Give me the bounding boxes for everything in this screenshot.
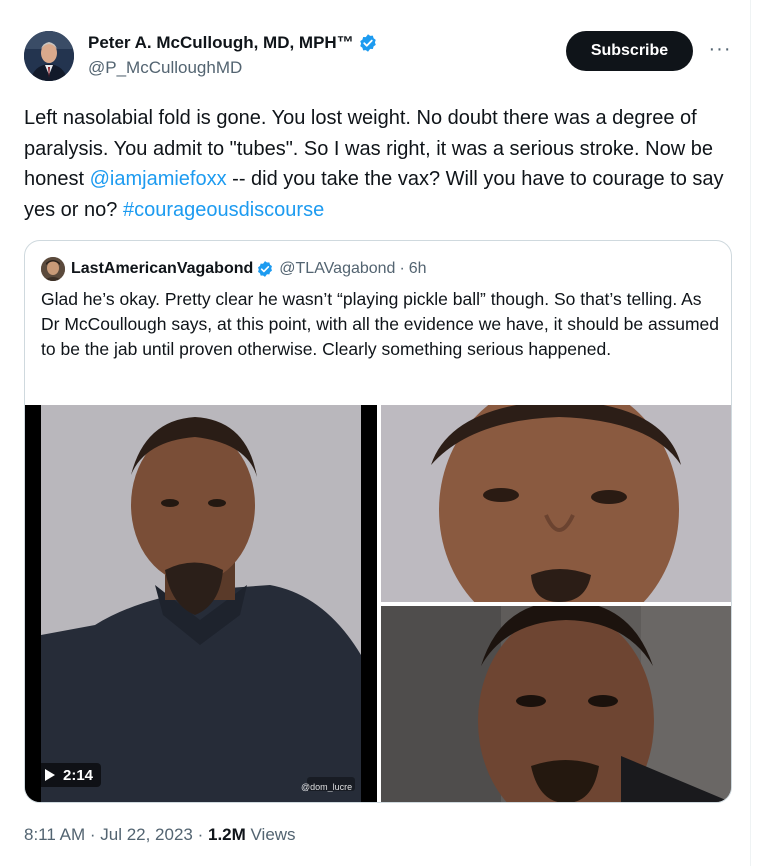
- meta-separator: ·: [85, 825, 101, 844]
- quoted-author-avatar: [41, 257, 65, 281]
- author-block: Peter A. McCullough, MD, MPH™ @P_McCullo…: [88, 33, 378, 78]
- timeline-divider: [750, 0, 751, 866]
- video-watermark: @dom_lucre: [301, 782, 353, 792]
- more-options-icon[interactable]: ···: [706, 38, 734, 62]
- views-label: Views: [245, 825, 296, 844]
- quoted-author-name: LastAmericanVagabond: [71, 260, 254, 277]
- quoted-timestamp: 6h: [408, 260, 427, 277]
- image-thumbnail-top[interactable]: [381, 405, 731, 602]
- quoted-tweet-header: LastAmericanVagabond @TLAVagabond · 6h: [41, 257, 427, 281]
- meta-separator: ·: [192, 825, 208, 844]
- author-handle[interactable]: @P_McCulloughMD: [88, 58, 378, 78]
- quoted-media-grid: 2:14 @dom_lucre: [25, 405, 731, 802]
- video-duration-badge[interactable]: 2:14: [37, 763, 102, 787]
- hashtag-link[interactable]: #courageousdiscourse: [123, 199, 324, 221]
- quoted-tweet-card[interactable]: LastAmericanVagabond @TLAVagabond · 6h G…: [24, 240, 732, 803]
- tweet-date[interactable]: Jul 22, 2023: [100, 825, 193, 844]
- play-icon[interactable]: [45, 769, 55, 781]
- tweet-text: Left nasolabial fold is gone. You lost w…: [24, 103, 739, 225]
- video-thumbnail[interactable]: 2:14 @dom_lucre: [25, 405, 377, 802]
- image-thumbnail-bottom[interactable]: [381, 606, 731, 802]
- subscribe-button[interactable]: Subscribe: [566, 31, 693, 71]
- mention-link[interactable]: @iamjamiefoxx: [90, 168, 227, 190]
- author-avatar[interactable]: [24, 31, 74, 81]
- quoted-separator: ·: [399, 260, 405, 277]
- quoted-tweet-text: Glad he’s okay. Pretty clear he wasn’t “…: [41, 289, 719, 359]
- tweet-meta: 8:11 AM · Jul 22, 2023 · 1.2M Views: [24, 825, 296, 845]
- tweet-time[interactable]: 8:11 AM: [24, 825, 85, 844]
- video-duration: 2:14: [63, 766, 94, 784]
- views-count[interactable]: 1.2M: [208, 825, 246, 844]
- verified-badge-icon[interactable]: [358, 33, 378, 53]
- quoted-author-handle: @TLAVagabond: [279, 260, 396, 277]
- author-display-name[interactable]: Peter A. McCullough, MD, MPH™: [88, 33, 354, 53]
- quoted-verified-badge-icon: [256, 260, 274, 278]
